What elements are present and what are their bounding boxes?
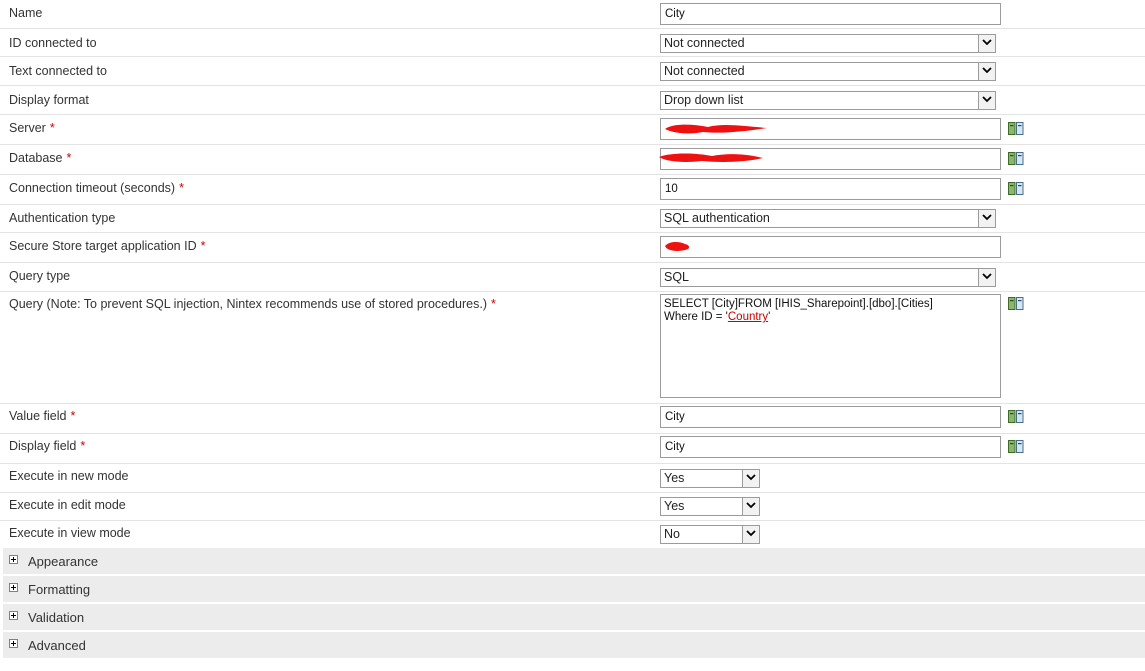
insert-reference-icon[interactable]: [1008, 297, 1024, 311]
query-type-select[interactable]: SQL: [660, 268, 996, 287]
insert-reference-icon[interactable]: [1008, 152, 1024, 166]
redaction-mark: [665, 241, 690, 251]
required-marker: *: [179, 181, 184, 195]
section-appearance[interactable]: Appearance: [3, 548, 1145, 575]
row-database: Database *: [0, 145, 1145, 175]
display-format-label: Display format: [9, 93, 89, 107]
secure-store-label: Secure Store target application ID *: [9, 239, 206, 253]
required-marker: *: [80, 439, 86, 453]
server-input[interactable]: [660, 118, 1001, 140]
text-connected-value: Not connected: [664, 64, 745, 78]
section-advanced[interactable]: Advanced: [3, 632, 1145, 659]
query-label: Query (Note: To prevent SQL injection, N…: [9, 297, 496, 311]
insert-reference-icon[interactable]: [1008, 122, 1024, 136]
exec-view-select[interactable]: No: [660, 525, 760, 544]
row-display-format: Display format Drop down list: [0, 86, 1145, 115]
value-field-label: Value field *: [9, 409, 76, 423]
section-formatting[interactable]: Formatting: [3, 576, 1145, 603]
chevron-down-icon[interactable]: [742, 470, 759, 487]
required-marker: *: [66, 151, 72, 165]
id-connected-select[interactable]: Not connected: [660, 34, 996, 53]
required-marker: *: [70, 409, 76, 423]
exec-edit-value: Yes: [664, 499, 685, 513]
row-text-connected: Text connected to Not connected: [0, 57, 1145, 86]
display-field-input[interactable]: City: [660, 436, 1001, 458]
section-title: Advanced: [28, 638, 86, 653]
plus-expand-icon[interactable]: [9, 555, 18, 564]
row-id-connected: ID connected to Not connected: [0, 29, 1145, 57]
display-format-value: Drop down list: [664, 93, 744, 107]
chevron-down-icon[interactable]: [742, 498, 759, 515]
value-field-input[interactable]: City: [660, 406, 1001, 428]
chevron-down-icon[interactable]: [978, 92, 995, 109]
row-display-field: Display field * City: [0, 434, 1145, 464]
required-marker: *: [200, 239, 206, 253]
query-line-1: SELECT [City]FROM [IHIS_Sharepoint].[dbo…: [664, 298, 933, 310]
chevron-down-icon[interactable]: [978, 210, 995, 227]
timeout-label: Connection timeout (seconds) *: [9, 181, 184, 195]
query-type-value: SQL: [664, 270, 690, 284]
row-secure-store: Secure Store target application ID *: [0, 233, 1145, 263]
auth-type-label: Authentication type: [9, 211, 116, 225]
chevron-down-icon[interactable]: [978, 35, 995, 52]
database-label: Database *: [9, 151, 72, 165]
required-marker: *: [491, 297, 496, 311]
exec-new-value: Yes: [664, 471, 685, 485]
query-line-2: Where ID = 'Country': [664, 311, 771, 323]
auth-type-select[interactable]: SQL authentication: [660, 209, 996, 228]
timeout-input[interactable]: 10: [660, 178, 1001, 200]
row-query-type: Query type SQL: [0, 263, 1145, 292]
section-title: Appearance: [28, 554, 99, 569]
database-input[interactable]: [659, 148, 1001, 170]
section-title: Formatting: [28, 582, 91, 597]
display-field-label: Display field *: [9, 439, 86, 453]
section-title: Validation: [28, 610, 85, 625]
row-exec-view: Execute in view mode No: [0, 521, 1145, 547]
row-timeout: Connection timeout (seconds) * 10: [0, 175, 1145, 205]
required-marker: *: [49, 121, 55, 135]
chevron-down-icon[interactable]: [978, 269, 995, 286]
row-query: Query (Note: To prevent SQL injection, N…: [0, 292, 1145, 404]
chevron-down-icon[interactable]: [978, 63, 995, 80]
redaction-mark: [659, 153, 763, 162]
insert-reference-icon[interactable]: [1008, 182, 1024, 196]
exec-edit-select[interactable]: Yes: [660, 497, 760, 516]
exec-new-label: Execute in new mode: [9, 469, 129, 483]
row-exec-edit: Execute in edit mode Yes: [0, 493, 1145, 521]
name-input[interactable]: City: [660, 3, 1001, 25]
id-connected-label: ID connected to: [9, 36, 97, 50]
auth-type-value: SQL authentication: [664, 211, 770, 225]
server-label: Server *: [9, 121, 55, 135]
chevron-down-icon[interactable]: [742, 526, 759, 543]
row-server: Server *: [0, 115, 1145, 145]
id-connected-value: Not connected: [664, 36, 745, 50]
query-type-label: Query type: [9, 269, 71, 283]
name-label: Name: [9, 6, 43, 20]
row-exec-new: Execute in new mode Yes: [0, 464, 1145, 493]
plus-expand-icon[interactable]: [9, 639, 18, 648]
exec-edit-label: Execute in edit mode: [9, 498, 126, 512]
plus-expand-icon[interactable]: [9, 611, 18, 620]
query-textarea[interactable]: SELECT [City]FROM [IHIS_Sharepoint].[dbo…: [660, 294, 1001, 398]
section-validation[interactable]: Validation: [3, 604, 1145, 631]
exec-view-value: No: [664, 527, 680, 541]
country-reference-link[interactable]: Country: [728, 311, 768, 323]
text-connected-label: Text connected to: [9, 64, 107, 78]
row-name: Name City: [0, 0, 1145, 29]
exec-new-select[interactable]: Yes: [660, 469, 760, 488]
plus-expand-icon[interactable]: [9, 583, 18, 592]
exec-view-label: Execute in view mode: [9, 526, 131, 540]
redaction-mark: [665, 124, 767, 134]
insert-reference-icon[interactable]: [1008, 410, 1024, 424]
insert-reference-icon[interactable]: [1008, 440, 1024, 454]
row-auth-type: Authentication type SQL authentication: [0, 205, 1145, 233]
display-format-select[interactable]: Drop down list: [660, 91, 996, 110]
secure-store-input[interactable]: [660, 236, 1001, 258]
text-connected-select[interactable]: Not connected: [660, 62, 996, 81]
row-value-field: Value field * City: [0, 404, 1145, 434]
